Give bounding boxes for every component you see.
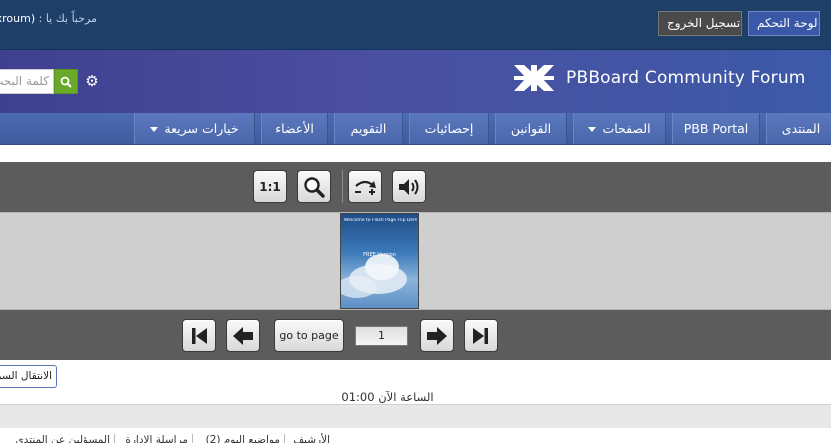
chevron-down-icon [150, 127, 159, 132]
footer-band [0, 404, 831, 428]
quick-jump-button[interactable]: الانتقال السريع [0, 365, 57, 388]
last-page-button[interactable] [464, 319, 498, 352]
go-to-page-label: go to page [279, 329, 339, 342]
current-time: الساعة الآن 01:00 [341, 390, 434, 404]
footer-separator [114, 434, 115, 443]
nav-item-calendar[interactable]: التقويم [334, 113, 403, 144]
arrow-right-icon [427, 326, 447, 345]
toolbar-separator [342, 170, 343, 203]
forum-logo-icon [514, 65, 554, 91]
magnifier-icon [304, 176, 325, 198]
actual-size-button[interactable]: 1:1 [253, 170, 287, 203]
nav-item-forum[interactable]: المنتدى [766, 113, 831, 144]
first-page-icon [192, 327, 207, 344]
thumbnail-subtitle: FREE Version [363, 252, 396, 258]
actual-size-label: 1:1 [259, 179, 281, 194]
zoom-button[interactable] [297, 170, 331, 203]
flip-button[interactable] [348, 170, 382, 203]
search-button[interactable] [54, 69, 78, 94]
go-to-page-button[interactable]: go to page [274, 319, 344, 352]
search-icon [60, 76, 72, 88]
flip-arrows-icon [355, 180, 376, 195]
arrow-left-icon [233, 326, 253, 345]
thumbnail-title: Welcome to Flash Page Flip Demo [344, 218, 417, 223]
nav-item-members[interactable]: الأعضاء [261, 113, 328, 144]
nav-item-pages[interactable]: الصفحات [573, 113, 666, 144]
footer-link-forum-staff[interactable]: المسؤلين عن المنتدى [0, 434, 110, 443]
nav-item-quick-options-label: خيارات سريعة [164, 121, 239, 136]
page-number-input[interactable]: 1 [355, 326, 408, 346]
chevron-down-icon [588, 127, 597, 132]
username-link[interactable]: (xroum) [0, 12, 35, 25]
control-panel-button[interactable]: لوحة التحكم [748, 11, 820, 36]
first-page-button[interactable] [182, 319, 216, 352]
footer-separator [192, 434, 193, 443]
previous-page-button[interactable] [226, 319, 260, 352]
welcome-text: مرحباً بك يا : [38, 12, 97, 25]
footer-link-archive[interactable]: الأرشيف [288, 434, 330, 443]
nav-item-quick-options[interactable]: خيارات سريعة [134, 113, 255, 144]
nav-item-portal[interactable]: PBB Portal [672, 113, 760, 144]
footer-separator [284, 434, 285, 443]
site-title[interactable]: PBBoard Community Forum [566, 68, 806, 88]
nav-item-rules[interactable]: القوانين [495, 113, 567, 144]
last-page-icon [473, 327, 488, 344]
footer-link-today-topics[interactable]: مواضيع اليوم (2) [196, 434, 280, 443]
speaker-icon [399, 178, 419, 195]
next-page-button[interactable] [420, 319, 454, 352]
page-thumbnail[interactable]: Welcome to Flash Page Flip Demo FREE Ver… [340, 213, 419, 309]
welcome-message: مرحباً بك يا : (xroum) [0, 12, 97, 25]
logout-button[interactable]: تسجيل الخروج [658, 11, 742, 36]
nav-item-pages-label: الصفحات [602, 121, 651, 136]
sound-button[interactable] [392, 170, 426, 203]
gear-icon[interactable]: ⚙ [84, 72, 100, 90]
viewer-bottom-toolbar [0, 310, 831, 360]
footer-link-contact-admin[interactable]: مراسلة الإدارة [118, 434, 188, 443]
search-input[interactable]: كلمة البحث [0, 69, 54, 94]
nav-item-stats[interactable]: إحصائيات [409, 113, 489, 144]
